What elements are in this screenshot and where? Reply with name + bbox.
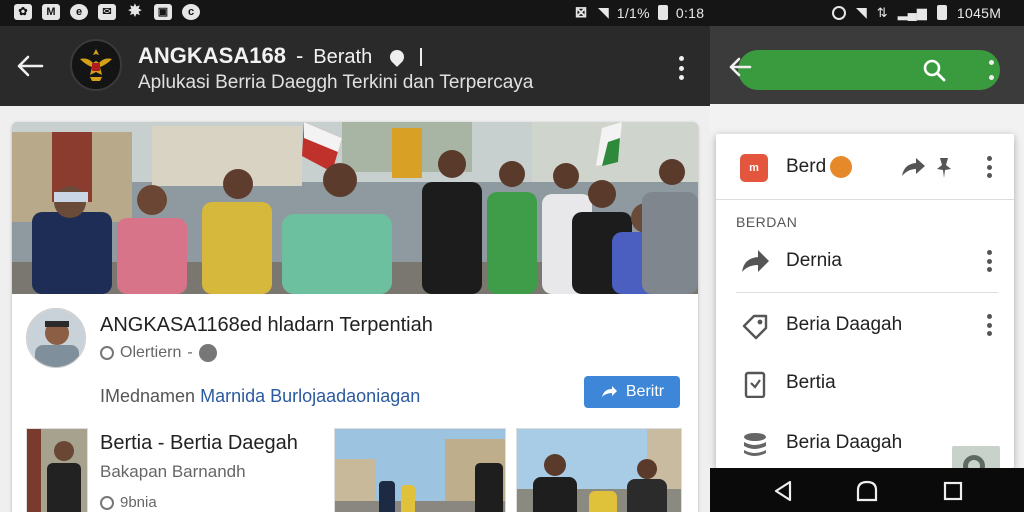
menu-item-beria-daagah[interactable]: Beria Daagah (716, 298, 1014, 354)
clock-icon (100, 495, 114, 510)
berita-button[interactable]: Beritr (584, 376, 680, 408)
status-center-text: 1/1% (616, 4, 650, 21)
wifi-icon: ◥ (598, 4, 609, 20)
panel-back-icon[interactable] (728, 56, 752, 78)
context-menu: m Berd BERDAN Dernia Beria Daagah Bertia… (716, 134, 1014, 486)
menu-header-overflow-icon[interactable] (986, 156, 992, 178)
nav-home-icon[interactable] (854, 478, 880, 504)
tag-icon (742, 314, 768, 340)
pin-icon[interactable] (932, 156, 956, 180)
status-time: 1045M (956, 4, 1002, 21)
app-title-brand: ANGKASA168 (138, 43, 286, 68)
forward-arrow-icon (742, 250, 769, 272)
emoji-icon (830, 156, 853, 178)
menu-item-label: Beria Daagah (786, 432, 903, 453)
post-meta-text: Olertiern (120, 344, 182, 361)
nav-recents-icon[interactable] (940, 478, 966, 504)
nav-back-icon[interactable] (770, 478, 796, 504)
app-title: ANGKASA168- Berath (138, 43, 423, 69)
sub-article-subtitle: Bakapan Barnandh (100, 462, 246, 481)
wifi-icon-2: ◥ (856, 4, 867, 20)
wechat-icon: ✿ (14, 4, 32, 20)
side-panel: m Berd BERDAN Dernia Beria Daagah Bertia… (710, 26, 1024, 486)
gallery-icon: ▣ (154, 4, 172, 20)
sub-article-title[interactable]: Bertia - Bertia Daegah (100, 432, 298, 455)
status-center: ⊠ ◥ 1/1% 0:18 (572, 4, 704, 21)
section-label: BERDAN (736, 214, 798, 230)
app-logo (70, 39, 122, 91)
cursor-bar (420, 48, 423, 67)
chrome-icon: c (182, 4, 200, 20)
street-photo-image (335, 429, 505, 512)
browser-icon: e (70, 4, 88, 20)
app-badge-icon: m (740, 154, 768, 182)
navigation-bar (710, 468, 1024, 512)
person-photo-image (27, 309, 85, 367)
location-pin-icon (387, 47, 408, 68)
post-headline[interactable]: ANGKASA1168ed hladarn Terpentiah (100, 314, 433, 337)
app-title-suffix: Berath (313, 46, 373, 68)
title-separator: - (295, 43, 304, 68)
menu-divider (736, 292, 998, 293)
menu-header-text: Berd (786, 156, 827, 177)
sub-article-meta: 9bnia (100, 494, 157, 511)
news-card[interactable]: ANGKASA1168ed hladarn Terpentiah Olertie… (12, 122, 698, 512)
clock-icon (100, 346, 114, 360)
globe-icon (198, 344, 217, 362)
author-avatar[interactable] (26, 308, 86, 368)
author-line: IMednamen Marnida Burlojaadaoniagan (100, 386, 420, 407)
crowd-photo-image-2 (517, 429, 681, 512)
data-icon: ⇅ (876, 4, 888, 20)
berita-button-label: Beritr (625, 383, 665, 400)
share-icon[interactable] (900, 156, 926, 178)
item-overflow-icon[interactable] (986, 314, 992, 336)
screen: ✿ M e ✉ ✸ ▣ c ⊠ ◥ 1/1% 0:18 ◥ ⇅ ▂▄▆ 1045… (0, 0, 1024, 512)
menu-item-label: Beria Daagah (786, 314, 903, 335)
battery-icon-2 (936, 5, 947, 20)
menu-header: m Berd (716, 134, 1014, 200)
share-arrow-icon (601, 386, 617, 397)
status-bar: ✿ M e ✉ ✸ ▣ c ⊠ ◥ 1/1% 0:18 ◥ ⇅ ▂▄▆ 1045… (0, 0, 1024, 26)
status-right: ◥ ⇅ ▂▄▆ 1045M (832, 4, 1001, 21)
author-prefix: IMednamen (100, 386, 196, 406)
notification-icons: ✿ M e ✉ ✸ ▣ c (14, 4, 200, 20)
author-link[interactable]: Marnida Burlojaadaoniagan (200, 386, 420, 406)
overflow-menu-icon[interactable] (678, 56, 684, 80)
search-overflow-icon[interactable] (988, 60, 994, 80)
post-meta-separator: - (187, 344, 193, 361)
post-meta: Olertiern - (100, 344, 217, 362)
post-header: ANGKASA1168ed hladarn Terpentiah Olertie… (26, 308, 686, 378)
clipboard-icon (744, 371, 766, 398)
alarm-icon: ⊠ (574, 3, 588, 21)
menu-item-label: Dernia (786, 250, 842, 271)
status-center-extra: 0:18 (675, 4, 705, 21)
search-icon[interactable] (922, 58, 946, 82)
sub-article-thumbnail[interactable] (26, 428, 88, 512)
item-overflow-icon[interactable] (986, 250, 992, 272)
alarm-clock-icon (832, 5, 846, 20)
thumbnail-street-1[interactable] (334, 428, 506, 512)
man-photo-image (27, 429, 87, 512)
news-feed: ANGKASA1168ed hladarn Terpentiah Olertie… (0, 106, 710, 512)
thumbnail-street-2[interactable] (516, 428, 682, 512)
menu-item-dernia[interactable]: Dernia (716, 234, 1014, 290)
back-arrow-icon[interactable] (16, 54, 44, 78)
menu-header-label: Berd (786, 156, 853, 178)
menu-item-label: Bertia (786, 372, 836, 393)
battery-icon (657, 5, 668, 20)
gmail-icon: M (42, 4, 60, 20)
sub-article-meta-text: 9bnia (120, 494, 157, 511)
garuda-emblem-icon (80, 49, 112, 81)
mail-icon: ✉ (98, 4, 116, 20)
pinwheel-icon: ✸ (128, 3, 142, 20)
menu-item-bertia[interactable]: Bertia (716, 356, 1014, 412)
signal-icon: ▂▄▆ (897, 4, 927, 20)
search-bar[interactable] (738, 50, 1000, 90)
crowd-photo-image (12, 122, 698, 294)
hero-photo[interactable] (12, 122, 698, 294)
app-bar: ANGKASA168- Berath Aplukasi Berria Daeggh… (0, 26, 710, 106)
app-subtitle: Aplukasi Berria Daeggh Terkini dan Terpe… (138, 72, 534, 93)
stack-icon (744, 433, 766, 456)
